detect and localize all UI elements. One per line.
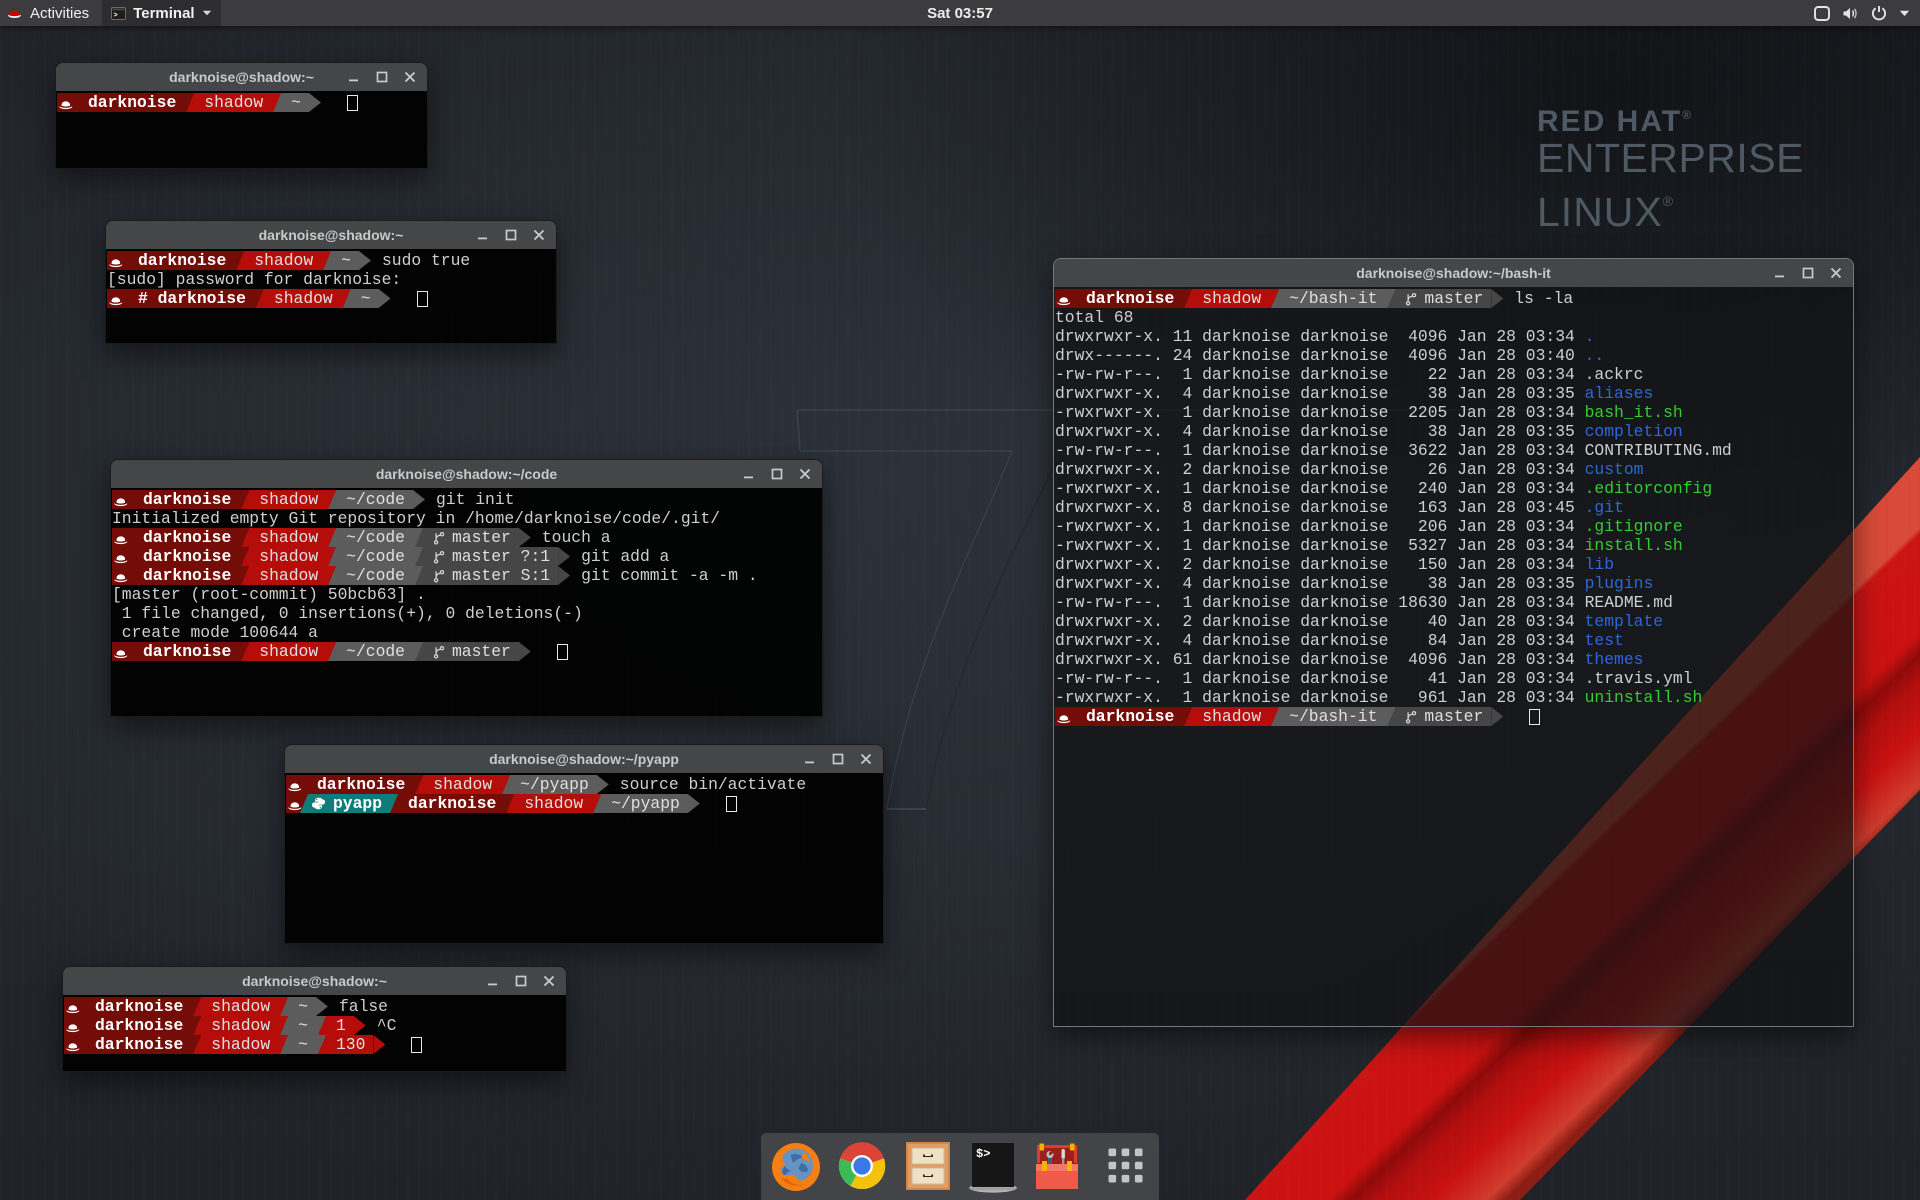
svg-text:$>: $>	[976, 1147, 990, 1161]
